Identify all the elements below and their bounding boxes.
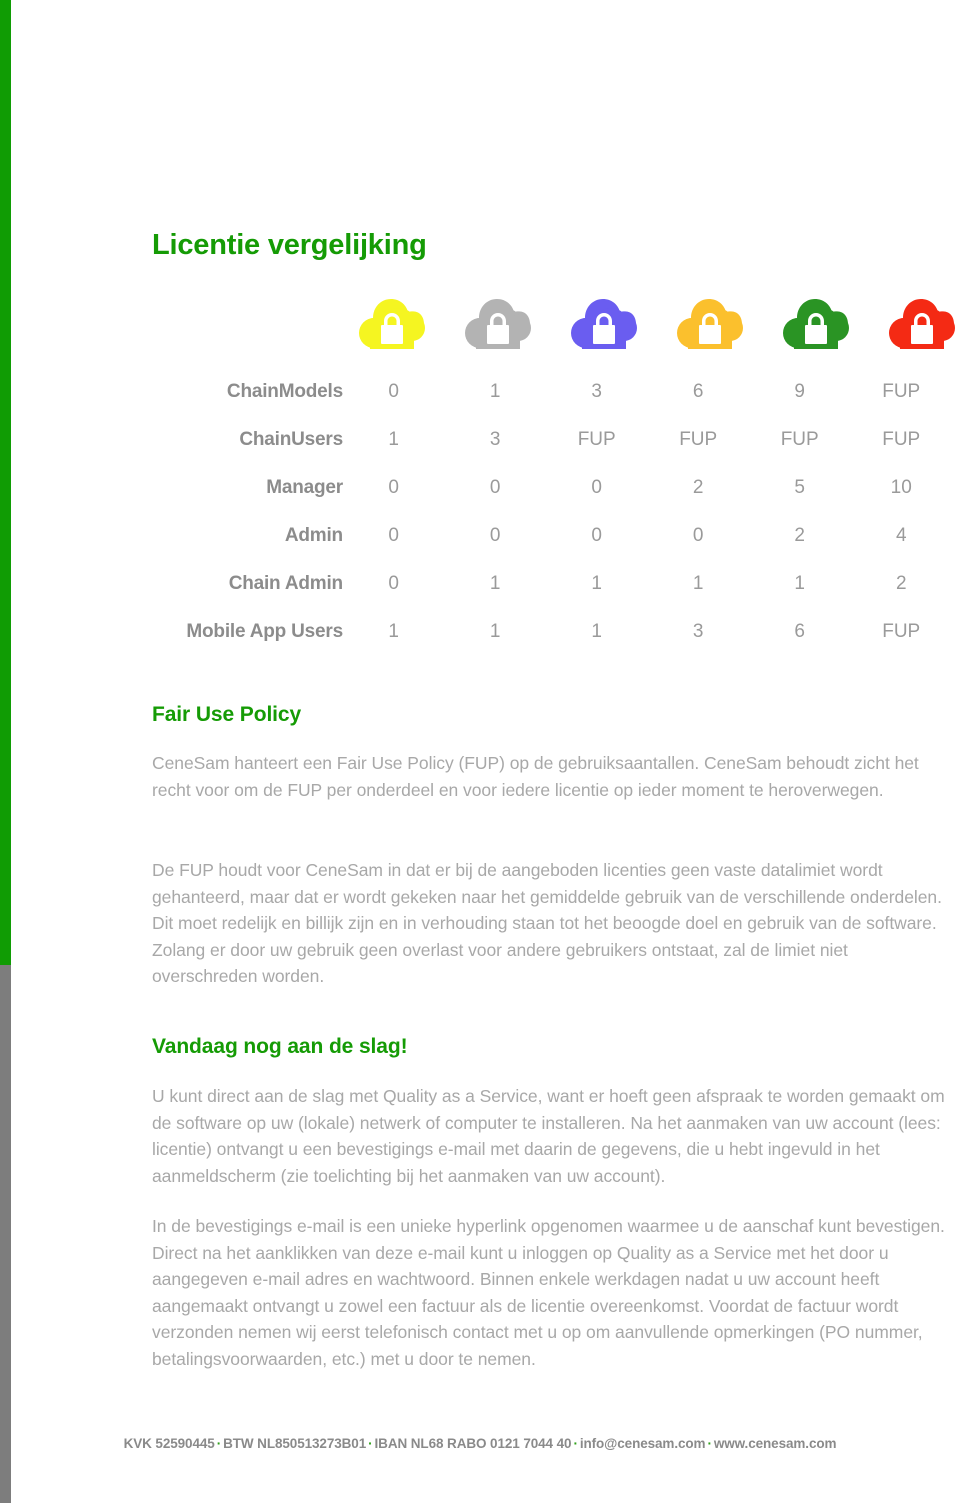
table-row: Admin 0 0 0 0 2 4 [152, 512, 952, 560]
table-cell: 1 [692, 573, 704, 594]
table-cell: 0 [388, 525, 399, 546]
footer-contact-line: KVK 52590445 · BTW NL850513273B01 · IBAN NL6… [0, 1436, 960, 1451]
page-title: Licentie vergelijking [152, 229, 427, 261]
table-cell: FUP [780, 429, 819, 450]
cloud-lock-icon-orange [675, 293, 745, 355]
footer-separator-dot: · [707, 1436, 712, 1451]
table-cell: 1 [794, 573, 805, 594]
table-cell: 0 [692, 525, 704, 546]
table-cell: 6 [794, 621, 805, 642]
footer-item: KVK 52590445 [123, 1436, 215, 1451]
table-row-label: Chain Admin [228, 573, 343, 594]
footer-item[interactable]: www.cenesam.com [714, 1436, 837, 1451]
license-comparison-table: ChainModels 0 1 3 6 9 FUP ChainUsers 1 3 FUP FUP FUP… [152, 368, 952, 656]
fair-use-paragraph-2: De FUP houdt voor CeneSam in dat er bij … [152, 860, 942, 987]
table-row: Mobile App Users 1 1 1 3 6 FUP [152, 608, 952, 656]
get-started-paragraph-1: U kunt direct aan de slag met Quality as… [152, 1086, 945, 1186]
table-cell: 0 [591, 525, 602, 546]
cloud-lock-icon-green [781, 293, 851, 355]
table-cell: 3 [591, 381, 602, 402]
get-started-paragraph-2: In de bevestigings e-mail is een unieke … [152, 1216, 945, 1369]
table-cell: 9 [794, 381, 805, 402]
table-cell: 1 [489, 573, 501, 594]
table-cell: 1 [489, 381, 501, 402]
table-cell: 10 [890, 477, 912, 498]
table-row: Chain Admin 0 1 1 1 1 2 [152, 560, 952, 608]
table-cell: 2 [895, 573, 907, 594]
cloud-lock-icon-red [887, 293, 957, 355]
table-cell: FUP [577, 429, 616, 450]
table-row-label: Admin [284, 525, 343, 546]
table-cell: 3 [692, 621, 704, 642]
table-cell: 0 [388, 573, 399, 594]
license-tier-icon-row [152, 293, 955, 355]
footer-item[interactable]: info@cenesam.com [580, 1436, 706, 1451]
table-cell: 1 [591, 621, 602, 642]
table-row: Manager 0 0 0 2 5 10 [152, 464, 952, 512]
table-cell: 2 [794, 525, 805, 546]
footer-item: BTW NL850513273B01 [223, 1436, 367, 1451]
table-row-label: ChainUsers [239, 429, 343, 450]
table-cell: 0 [591, 477, 602, 498]
table-cell: 1 [388, 429, 399, 450]
document-page: Licentie vergelijking ChainModels 0 1 3 6 9 FU… [0, 0, 960, 1503]
footer-separator-dot: · [368, 1436, 373, 1451]
table-row: ChainUsers 1 3 FUP FUP FUP FUP [152, 416, 952, 464]
table-cell: 1 [591, 573, 602, 594]
table-cell: 0 [388, 477, 399, 498]
left-edge-accent-bar-green [0, 0, 11, 965]
table-cell: FUP [679, 429, 718, 450]
section-heading-get-started: Vandaag nog aan de slag! [152, 1035, 408, 1058]
table-row-label: ChainModels [226, 381, 343, 402]
table-row-label: Mobile App Users [186, 621, 343, 642]
table-cell: 6 [692, 381, 704, 402]
table-cell: 0 [388, 381, 399, 402]
table-cell: 3 [489, 429, 501, 450]
table-row-label: Manager [266, 477, 343, 498]
footer-item: IBAN NL68 RABO 0121 7044 40 [374, 1436, 572, 1451]
section-heading-fair-use: Fair Use Policy [152, 703, 302, 726]
cloud-lock-icon-purple [569, 293, 639, 355]
fair-use-paragraph-1: CeneSam hanteert een Fair Use Policy (FU… [152, 753, 919, 800]
left-edge-accent-bar-gray [0, 965, 11, 1503]
table-cell: 4 [895, 525, 907, 546]
table-cell: 1 [489, 621, 501, 642]
table-cell: 0 [489, 525, 501, 546]
table-cell: 1 [388, 621, 399, 642]
table-cell: 2 [692, 477, 704, 498]
table-cell: FUP [882, 621, 921, 642]
table-cell: FUP [882, 429, 921, 450]
license-comparison-table-body: ChainModels 0 1 3 6 9 FUP ChainUsers 1 3 FUP FUP FUP… [152, 368, 952, 656]
table-row: ChainModels 0 1 3 6 9 FUP [152, 368, 952, 416]
cloud-lock-icon-gray [463, 293, 533, 355]
table-cell: 0 [489, 477, 501, 498]
footer-separator-dot: · [216, 1436, 222, 1451]
table-cell: FUP [882, 381, 921, 402]
cloud-lock-icon-yellow [357, 293, 427, 355]
table-cell: 5 [794, 477, 805, 498]
footer-separator-dot: · [573, 1436, 578, 1451]
